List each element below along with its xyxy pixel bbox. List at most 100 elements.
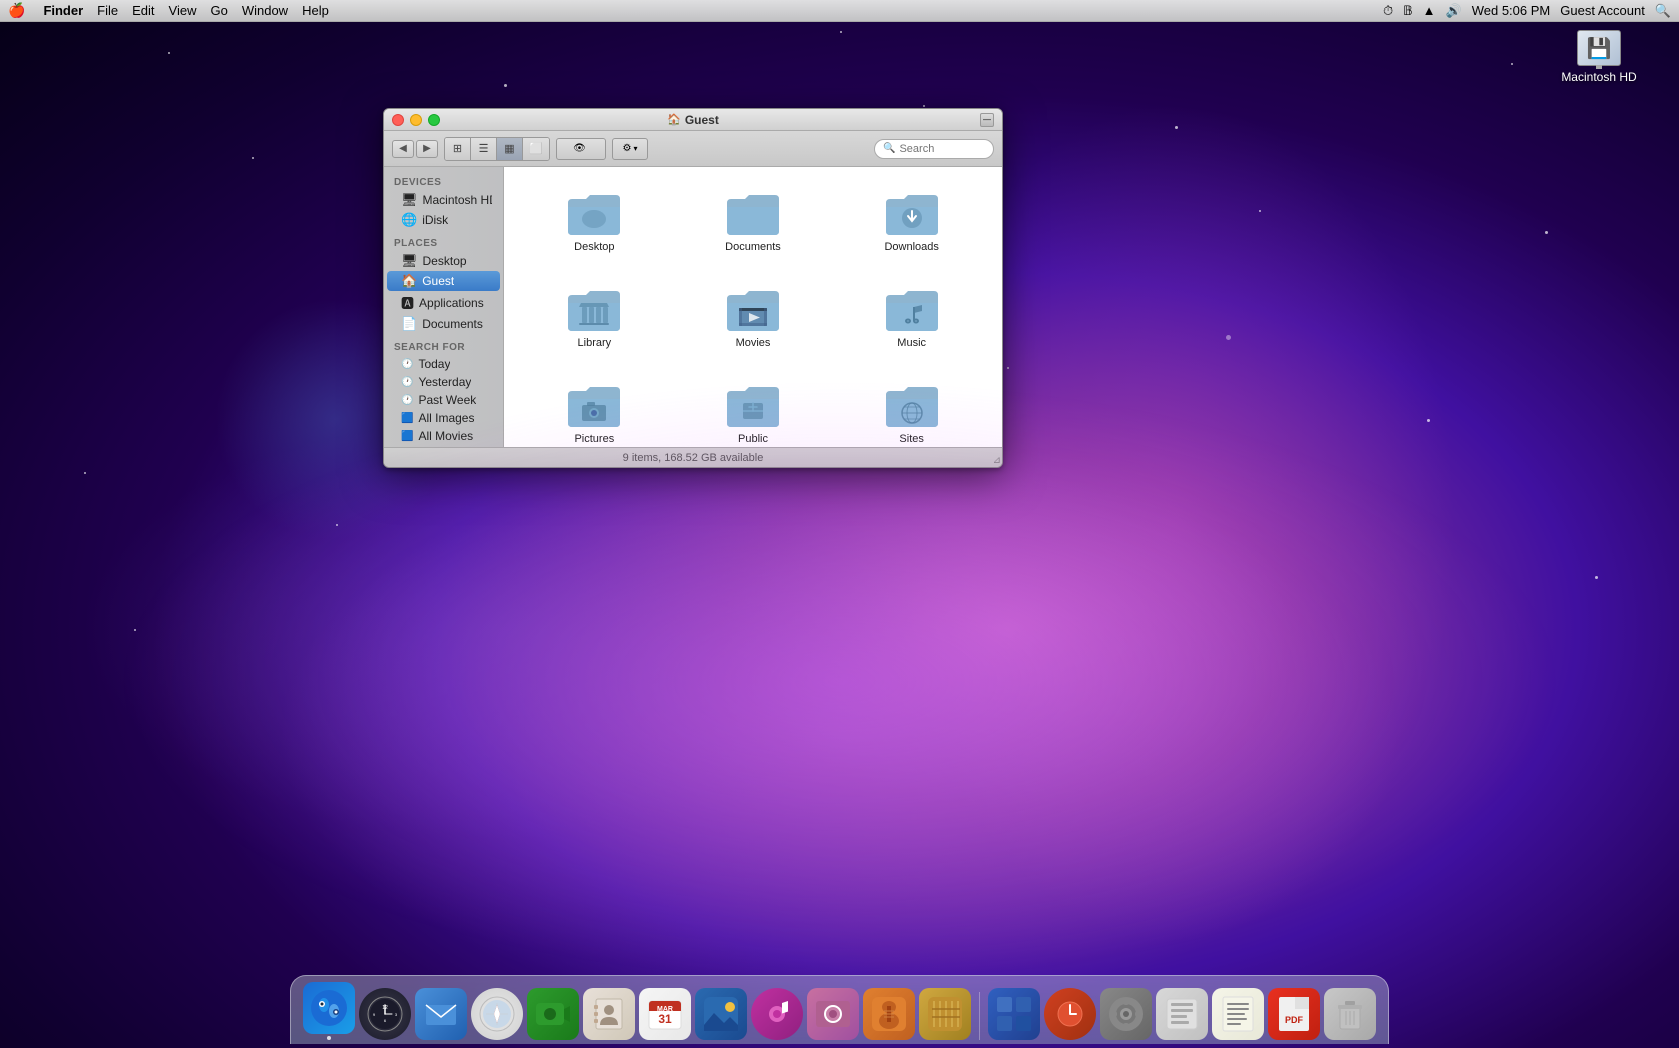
dock-item-calendar[interactable]: MAR 31 xyxy=(639,988,691,1040)
dock-item-timemachine[interactable] xyxy=(1044,988,1096,1040)
close-button[interactable] xyxy=(392,114,404,126)
sidebar-yesterday-label: Yesterday xyxy=(418,375,471,389)
view-mode-buttons: ⊞ ☰ ▦ ⬜ xyxy=(444,137,550,161)
spotlight-icon[interactable]: 🔍 xyxy=(1655,3,1671,19)
dock-item-iphoto[interactable] xyxy=(695,988,747,1040)
wifi-icon[interactable]: ▲ xyxy=(1423,3,1436,18)
menubar-user[interactable]: Guest Account xyxy=(1560,3,1645,18)
yesterday-icon: 🕐 xyxy=(401,377,413,388)
folder-desktop[interactable]: Desktop xyxy=(520,183,669,259)
sidebar-item-all-documents[interactable]: 🟦 All Documents xyxy=(387,445,500,447)
sidebar-item-idisk[interactable]: 🌐 iDisk xyxy=(387,210,500,230)
main-content: Desktop Documents xyxy=(504,167,1002,447)
dock-item-textedit[interactable] xyxy=(1212,988,1264,1040)
finder-window: 🏠 Guest — ◀ ▶ ⊞ ☰ ▦ ⬜ 👁 ⚙ ▾ xyxy=(383,108,1003,468)
sidebar-all-movies-label: All Movies xyxy=(418,429,473,443)
desktop: 🍎 Finder File Edit View Go Window Help ⏱… xyxy=(0,0,1679,1048)
coverflow-view-button[interactable]: ⬜ xyxy=(523,138,549,160)
dock-item-itunes[interactable] xyxy=(751,988,803,1040)
icon-view-button[interactable]: ⊞ xyxy=(445,138,471,160)
dock-item-iphoto2[interactable] xyxy=(807,988,859,1040)
desktop-folder-label: Desktop xyxy=(574,241,614,253)
menubar-help[interactable]: Help xyxy=(302,3,329,18)
folder-library[interactable]: Library xyxy=(520,279,669,355)
menubar-datetime[interactable]: Wed 5:06 PM xyxy=(1472,3,1551,18)
pictures-folder-icon xyxy=(566,381,622,429)
action-button[interactable]: ⚙ ▾ xyxy=(612,138,648,160)
sidebar-item-all-movies[interactable]: 🟦 All Movies xyxy=(387,427,500,445)
menubar-window[interactable]: Window xyxy=(242,3,288,18)
trash-dock-icon xyxy=(1324,988,1376,1040)
dock-separator xyxy=(979,992,980,1040)
hd-small-icon: 🖥 xyxy=(401,192,418,208)
sidebar-documents-label: Documents xyxy=(422,317,483,331)
resize-handle[interactable]: ⊿ xyxy=(986,451,1002,467)
window-scroll-btn[interactable]: — xyxy=(980,113,994,127)
volume-icon[interactable]: 🔊 xyxy=(1446,3,1462,19)
dock-item-guitar[interactable] xyxy=(919,988,971,1040)
search-box[interactable]: 🔍 xyxy=(874,139,994,159)
bluetooth-icon[interactable]: 𝔹 xyxy=(1403,3,1413,19)
guitar-dock-icon xyxy=(919,988,971,1040)
mail-dock-icon xyxy=(415,988,467,1040)
sidebar-item-today[interactable]: 🕐 Today xyxy=(387,355,500,373)
dock-item-scroll[interactable] xyxy=(1156,988,1208,1040)
zoom-button[interactable] xyxy=(428,114,440,126)
search-input[interactable] xyxy=(899,143,985,155)
devices-section: DEVICES 🖥 Macintosh HD 🌐 iDisk xyxy=(384,173,503,230)
folder-documents[interactable]: Documents xyxy=(679,183,828,259)
folder-public[interactable]: Public xyxy=(679,375,828,447)
guest-small-icon: 🏠 xyxy=(401,273,417,289)
scroll-dock-icon xyxy=(1156,988,1208,1040)
apple-menu[interactable]: 🍎 xyxy=(8,2,25,19)
quick-look-button[interactable]: 👁 xyxy=(556,138,606,160)
back-button[interactable]: ◀ xyxy=(392,140,414,158)
dock-item-facetime[interactable] xyxy=(527,988,579,1040)
dock-item-pdf[interactable]: PDF xyxy=(1268,988,1320,1040)
list-view-button[interactable]: ☰ xyxy=(471,138,497,160)
eye-icon: 👁 xyxy=(573,143,586,154)
column-view-button[interactable]: ▦ xyxy=(497,138,523,160)
sidebar-item-past-week[interactable]: 🕐 Past Week xyxy=(387,391,500,409)
search-section: SEARCH FOR 🕐 Today 🕐 Yesterday 🕐 Past We… xyxy=(384,338,503,447)
minimize-button[interactable] xyxy=(410,114,422,126)
menubar-view[interactable]: View xyxy=(169,3,197,18)
dock-item-spaces[interactable] xyxy=(988,988,1040,1040)
sidebar-item-documents[interactable]: 📄 Documents xyxy=(387,314,500,334)
safari-dock-icon xyxy=(471,988,523,1040)
menubar-finder[interactable]: Finder xyxy=(43,3,83,18)
time-machine-icon[interactable]: ⏱ xyxy=(1383,3,1393,19)
dock-item-safari[interactable] xyxy=(471,988,523,1040)
menubar-edit[interactable]: Edit xyxy=(132,3,154,18)
folder-pictures[interactable]: Pictures xyxy=(520,375,669,447)
macintosh-hd-icon[interactable]: 💾 Macintosh HD xyxy=(1559,30,1639,84)
dock-item-addressbook[interactable] xyxy=(583,988,635,1040)
sidebar-macintosh-hd-label: Macintosh HD xyxy=(423,193,492,207)
folder-music[interactable]: Music xyxy=(837,279,986,355)
movies-folder-icon xyxy=(725,285,781,333)
forward-button[interactable]: ▶ xyxy=(416,140,438,158)
sidebar-today-label: Today xyxy=(418,357,450,371)
folder-movies[interactable]: Movies xyxy=(679,279,828,355)
dock-item-garageband[interactable] xyxy=(863,988,915,1040)
sidebar-item-yesterday[interactable]: 🕐 Yesterday xyxy=(387,373,500,391)
sidebar-item-all-images[interactable]: 🟦 All Images xyxy=(387,409,500,427)
sidebar-item-applications[interactable]: 🅰 Applications xyxy=(387,291,500,314)
dock-item-trash[interactable] xyxy=(1324,988,1376,1040)
dock-container: 12 6 9 3 xyxy=(0,975,1679,1048)
menubar-go[interactable]: Go xyxy=(210,3,227,18)
folder-sites[interactable]: Sites xyxy=(837,375,986,447)
menubar-file[interactable]: File xyxy=(97,3,118,18)
sidebar-item-desktop[interactable]: 🖥 Desktop xyxy=(387,251,500,271)
dock-item-clock[interactable]: 12 6 9 3 xyxy=(359,988,411,1040)
dock-item-finder[interactable] xyxy=(303,982,355,1040)
desktop-folder-icon xyxy=(566,189,622,237)
hd-icon-image: 💾 xyxy=(1577,30,1621,66)
places-section: PLACES 🖥 Desktop 🏠 Guest 🅰 Applications xyxy=(384,234,503,334)
sidebar-item-macintosh-hd[interactable]: 🖥 Macintosh HD xyxy=(387,190,500,210)
svg-text:31: 31 xyxy=(658,1012,672,1026)
dock-item-sysprefs[interactable] xyxy=(1100,988,1152,1040)
sidebar-item-guest[interactable]: 🏠 Guest xyxy=(387,271,500,291)
folder-downloads[interactable]: Downloads xyxy=(837,183,986,259)
dock-item-mail[interactable] xyxy=(415,988,467,1040)
